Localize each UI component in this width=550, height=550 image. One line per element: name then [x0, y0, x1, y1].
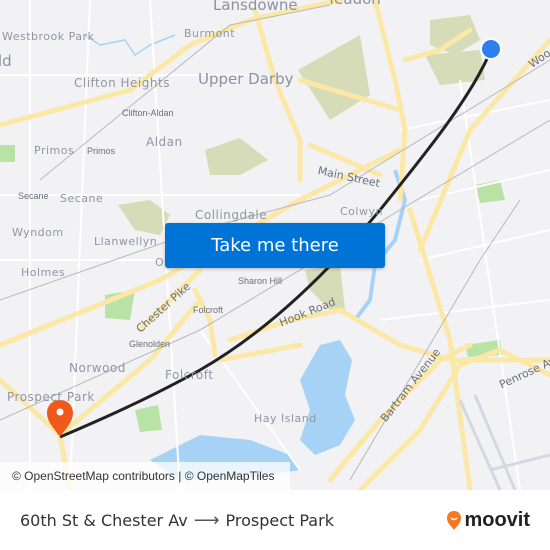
map-label-upper-darby: Upper Darby — [198, 70, 294, 88]
map-attribution[interactable]: © OpenStreetMap contributors | © OpenMap… — [0, 462, 290, 490]
map-label-folcroft-station: Folcroft — [193, 305, 224, 315]
map-label-clifton-aldan-station: Clifton-Aldan — [122, 108, 174, 118]
park-area — [205, 138, 268, 175]
arrow-right-icon: ⟶ — [193, 509, 220, 531]
map-label-collingdale: Collingdale — [195, 208, 268, 222]
map-label-partial: ld — [0, 52, 12, 70]
map-label-primos-station: Primos — [87, 146, 116, 156]
origin-marker — [480, 38, 502, 60]
map-label-aldan: Aldan — [146, 135, 183, 149]
destination-pin — [47, 400, 73, 437]
map-label-westbrook-park: Westbrook Park — [2, 30, 95, 43]
origin-name: 60th St & Chester Av — [20, 510, 188, 530]
water-body — [300, 340, 355, 455]
map-label-llanwellyn: Llanwellyn — [94, 235, 158, 248]
route-summary: 60th St & Chester Av ⟶ Prospect Park — [20, 510, 334, 531]
park-area — [298, 35, 370, 120]
creek — [84, 34, 176, 57]
map-view[interactable]: Lansdowne Yeadon Westbrook Park Burmont … — [0, 0, 550, 490]
moovit-logo[interactable]: moovit — [446, 509, 530, 532]
map-label-prospect-park: Prospect Park — [7, 390, 95, 404]
map-label-burmont: Burmont — [184, 27, 236, 40]
map-label-glenolden: Glenolden — [129, 339, 171, 349]
map-label-lansdowne: Lansdowne — [213, 0, 298, 14]
take-me-there-button[interactable]: Take me there — [165, 223, 385, 268]
map-label-partial-o: O — [155, 256, 165, 269]
map-label-wyndom: Wyndom — [12, 226, 64, 239]
map-label-holmes: Holmes — [21, 266, 66, 279]
map-label-primos-town: Primos — [34, 144, 75, 157]
map-label-norwood: Norwood — [69, 361, 126, 375]
map-label-colwyn: Colwyn — [340, 205, 383, 218]
park-area — [135, 405, 162, 432]
map-label-clifton-heights: Clifton Heights — [74, 76, 170, 90]
map-label-secane-station: Secane — [18, 191, 49, 201]
map-label-folcroft-town: Folcroft — [165, 368, 214, 382]
park-area — [0, 145, 15, 162]
map-label-secane-town: Secane — [60, 192, 104, 205]
moovit-pin-icon — [447, 511, 462, 530]
map-label-sharon-hill: Sharon Hill — [238, 276, 283, 286]
airport-runways — [458, 394, 550, 490]
footer-bar: 60th St & Chester Av ⟶ Prospect Park moo… — [0, 490, 550, 550]
brand-name: moovit — [464, 508, 530, 531]
map-label-hay-island: Hay Island — [254, 412, 317, 425]
destination-name: Prospect Park — [225, 510, 334, 530]
map-label-yeadon: Yeadon — [327, 0, 381, 7]
